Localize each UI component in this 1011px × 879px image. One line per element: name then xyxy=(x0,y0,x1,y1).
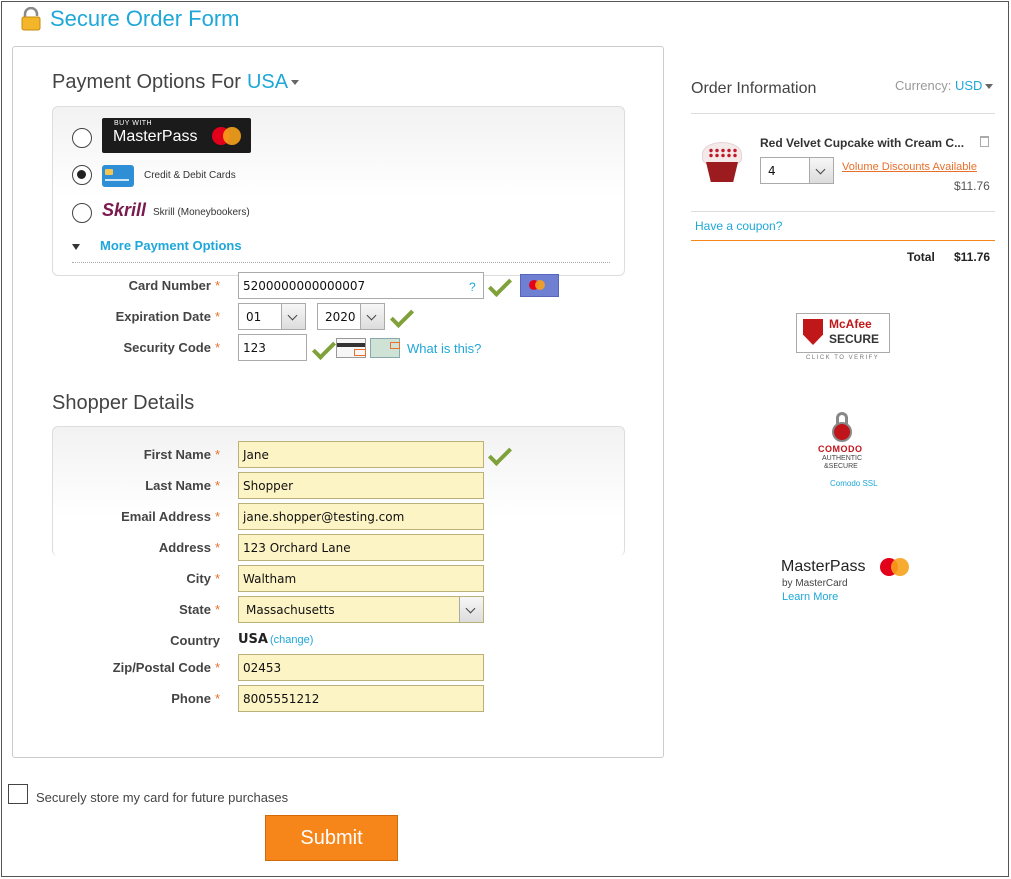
submit-button[interactable]: Submit xyxy=(265,815,398,861)
masterpass-learn-more-link[interactable]: Learn More xyxy=(782,591,838,603)
payment-country-dropdown[interactable]: USA xyxy=(246,71,300,93)
order-information-title: Order Information xyxy=(691,80,817,97)
payment-country-value: USA xyxy=(246,71,289,93)
quantity-select[interactable]: 4 xyxy=(760,157,834,184)
total-value: $11.76 xyxy=(954,250,991,264)
country-label: Country xyxy=(170,633,220,648)
shopper-details-heading: Shopper Details xyxy=(52,392,195,414)
cvv-back-card-icon xyxy=(336,338,366,358)
radio-skrill[interactable] xyxy=(72,203,92,223)
card-help-icon[interactable]: ? xyxy=(469,280,476,294)
what-is-this-link[interactable]: What is this? xyxy=(407,341,481,356)
email-input[interactable]: jane.shopper@testing.com xyxy=(238,503,484,530)
mcafee-secure-text: SECURE xyxy=(829,332,880,346)
quantity-value: 4 xyxy=(768,164,776,178)
address-label: Address * xyxy=(158,540,220,555)
skrill-logo: Skrill xyxy=(102,200,147,220)
security-code-label: Security Code * xyxy=(123,340,220,355)
total-label: Total xyxy=(907,250,935,264)
state-select[interactable]: Massachusetts xyxy=(238,596,484,623)
masterpass-button[interactable]: BUY WITH MasterPass xyxy=(102,118,251,153)
address-input[interactable]: 123 Orchard Lane xyxy=(238,534,484,561)
card-number-label: Card Number * xyxy=(128,278,220,293)
more-payment-options-link[interactable]: More Payment Options xyxy=(72,238,242,253)
comodo-authentic: AUTHENTIC xyxy=(822,455,863,462)
divider xyxy=(691,211,995,212)
comodo-ssl-link[interactable]: Comodo SSL xyxy=(830,479,878,488)
security-code-input[interactable]: 123 xyxy=(238,334,307,361)
volume-discounts-link[interactable]: Volume Discounts Available xyxy=(842,161,977,173)
title-row: Secure Order Form xyxy=(20,6,240,32)
email-label: Email Address * xyxy=(121,509,220,524)
radio-credit-card[interactable] xyxy=(72,165,92,185)
credit-card-label: Credit & Debit Cards xyxy=(144,170,236,181)
skrill-label: Skrill (Moneybookers) xyxy=(153,207,250,218)
store-card-checkbox[interactable] xyxy=(8,784,28,804)
phone-input[interactable]: 8005551212 xyxy=(238,685,484,712)
divider xyxy=(72,262,610,263)
zip-input[interactable]: 02453 xyxy=(238,654,484,681)
triangle-down-icon xyxy=(72,243,80,250)
payment-heading-text: Payment Options For xyxy=(52,71,241,93)
divider xyxy=(691,113,995,114)
phone-label: Phone * xyxy=(171,691,220,706)
chevron-down-icon xyxy=(281,304,305,329)
exp-month-value: 01 xyxy=(246,310,262,324)
exp-month-select[interactable]: 01 xyxy=(238,303,306,330)
padlock-icon xyxy=(20,6,42,31)
mastercard-card-icon xyxy=(520,274,559,297)
mcafee-verify-text: CLICK TO VERIFY xyxy=(806,355,880,361)
last-name-input[interactable]: Shopper xyxy=(238,472,484,499)
exp-year-value: 2020 xyxy=(325,310,356,324)
trash-icon[interactable] xyxy=(980,136,989,147)
radio-masterpass[interactable] xyxy=(72,128,92,148)
zip-label: Zip/Postal Code * xyxy=(112,660,220,675)
mcafee-shield-icon xyxy=(803,319,823,345)
comodo-lock-icon[interactable] xyxy=(832,412,852,444)
state-label: State * xyxy=(179,602,220,617)
mastercard-logo-icon xyxy=(212,127,242,145)
page-title: Secure Order Form xyxy=(50,6,240,31)
currency-value: USD xyxy=(954,78,983,93)
coupon-link[interactable]: Have a coupon? xyxy=(695,219,782,233)
card-number-input[interactable]: 5200000000000007 xyxy=(238,272,484,299)
comodo-secure: &SECURE xyxy=(824,463,858,470)
caret-down-icon xyxy=(291,80,300,86)
masterpass-by-text: by MasterCard xyxy=(782,578,848,589)
state-value: Massachusetts xyxy=(246,603,335,617)
currency-label: Currency: xyxy=(895,78,952,93)
comodo-name: COMODO xyxy=(818,444,863,454)
item-price: $11.76 xyxy=(954,179,990,193)
chevron-down-icon xyxy=(809,158,833,183)
city-label: City * xyxy=(186,571,220,586)
mcafee-name: McAfee xyxy=(829,317,872,331)
change-country-link[interactable]: (change) xyxy=(270,634,313,646)
masterpass-small-label: BUY WITH xyxy=(114,120,153,127)
mastercard-logo-icon xyxy=(880,558,910,576)
masterpass-big-label: MasterPass xyxy=(113,128,198,145)
more-payment-options-label: More Payment Options xyxy=(100,238,242,253)
currency-selector[interactable]: Currency: USD xyxy=(895,78,994,93)
expiration-label: Expiration Date * xyxy=(115,309,220,324)
exp-year-select[interactable]: 2020 xyxy=(317,303,385,330)
country-value: USA xyxy=(238,632,268,647)
divider xyxy=(691,240,995,241)
first-name-label: First Name * xyxy=(143,447,220,462)
caret-down-icon xyxy=(985,84,994,90)
city-input[interactable]: Waltham xyxy=(238,565,484,592)
mcafee-secure-badge[interactable]: McAfee SECURE xyxy=(796,313,890,353)
chevron-down-icon xyxy=(459,597,483,622)
first-name-input[interactable]: Jane xyxy=(238,441,484,468)
cvv-front-card-icon xyxy=(370,338,400,358)
product-thumbnail xyxy=(694,142,750,184)
credit-card-icon xyxy=(102,165,134,187)
last-name-label: Last Name * xyxy=(145,478,220,493)
mastercard-logo-icon xyxy=(529,280,546,290)
payment-options-heading: Payment Options For USA xyxy=(52,71,300,94)
masterpass-logo-text: MasterPass xyxy=(781,558,866,575)
store-card-label: Securely store my card for future purcha… xyxy=(36,790,289,805)
product-name: Red Velvet Cupcake with Cream C... xyxy=(760,136,965,150)
chevron-down-icon xyxy=(360,304,384,329)
